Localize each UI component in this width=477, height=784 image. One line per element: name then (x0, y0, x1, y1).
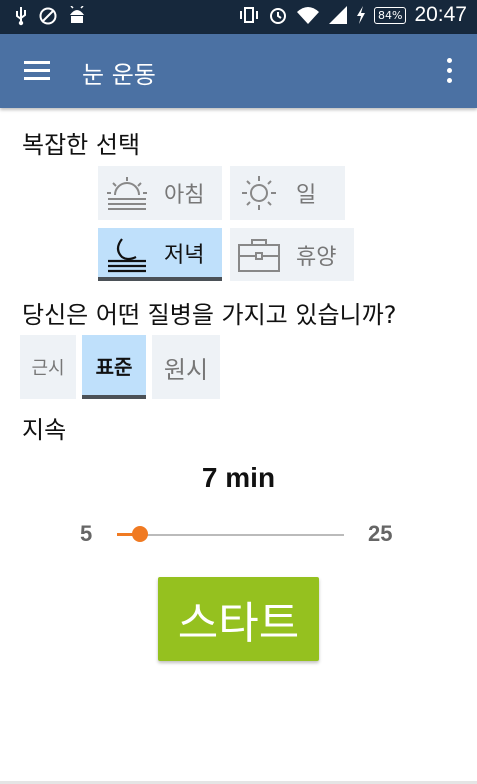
condition-hyperopia-label: 원시 (163, 355, 209, 384)
more-vertical-icon[interactable] (447, 58, 453, 84)
status-bar-right: 84% 20:47 (238, 3, 467, 27)
wifi-icon (296, 7, 319, 24)
android-icon (70, 6, 84, 23)
choice-morning[interactable]: 아침 (98, 166, 222, 220)
slider-track[interactable] (117, 534, 344, 536)
status-bar: 84% 20:47 (0, 0, 477, 34)
choice-day[interactable]: 일 (230, 166, 345, 220)
vibrate-icon (239, 7, 258, 23)
charging-icon (356, 6, 365, 24)
choice-morning-label: 아침 (164, 183, 205, 208)
choice-rest-label: 휴양 (296, 244, 337, 270)
condition-title: 당신은 어떤 질병을 가지고 있습니까? (22, 301, 397, 329)
suitcase-icon (238, 238, 280, 272)
condition-myopia-label: 근시 (31, 358, 65, 379)
choice-rest[interactable]: 휴양 (230, 228, 354, 281)
condition-normal[interactable]: 표준 (82, 335, 146, 399)
condition-myopia[interactable]: 근시 (20, 335, 76, 399)
choice-day-label: 일 (296, 183, 317, 208)
slider-thumb[interactable] (131, 526, 148, 542)
hamburger-icon[interactable] (24, 61, 50, 81)
battery-percent: 84% (373, 6, 407, 24)
choice-evening[interactable]: 저녁 (98, 228, 222, 281)
sunrise-icon (107, 177, 147, 210)
choice-evening-label: 저녁 (164, 242, 205, 268)
signal-icon (328, 6, 347, 24)
sun-icon (242, 176, 276, 210)
blocked-icon (39, 7, 57, 25)
status-time: 20:47 (414, 3, 467, 26)
complex-choice-title: 복잡한 선택 (22, 131, 141, 159)
app-bar: 눈 운동 (0, 34, 477, 108)
slider-max-label: 25 (368, 521, 393, 546)
usb-icon (16, 7, 26, 26)
condition-normal-label: 표준 (95, 354, 133, 379)
duration-title: 지속 (22, 416, 67, 444)
status-bar-left (14, 6, 86, 26)
start-button[interactable]: 스타트 (158, 577, 319, 661)
moon-waves-icon (108, 237, 146, 272)
condition-hyperopia[interactable]: 원시 (152, 335, 220, 399)
app-title: 눈 운동 (82, 61, 156, 89)
slider-min-label: 5 (80, 521, 93, 546)
duration-value: 7 min (201, 462, 276, 493)
alarm-icon (269, 8, 286, 24)
